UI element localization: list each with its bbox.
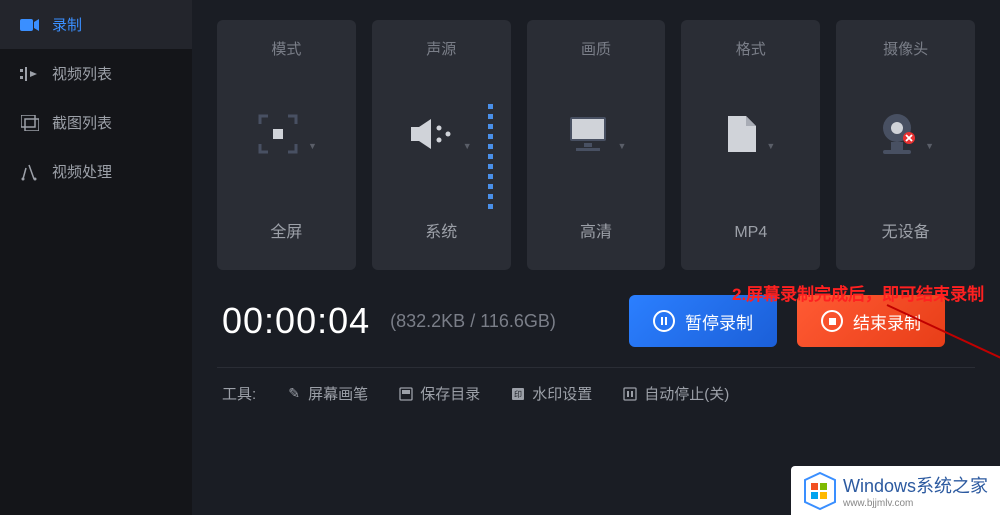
toolbar-label: 工具: — [222, 383, 256, 404]
recording-timer: 00:00:04 — [222, 300, 370, 342]
button-label: 暂停录制 — [685, 309, 753, 334]
card-title: 声源 — [426, 38, 456, 59]
volume-level-icon — [488, 104, 493, 209]
sidebar-item-label: 录制 — [52, 14, 82, 35]
sidebar-item-label: 视频列表 — [52, 63, 112, 84]
card-title: 格式 — [736, 38, 766, 59]
card-value: 全屏 — [270, 218, 302, 242]
sidebar-item-screenshot-list[interactable]: 截图列表 — [0, 98, 192, 147]
chevron-down-icon: ▼ — [766, 141, 775, 151]
speaker-icon — [411, 117, 455, 151]
video-edit-icon — [20, 162, 40, 182]
card-format[interactable]: 格式 ▼ MP4 — [681, 20, 820, 270]
auto-stop-icon — [622, 386, 638, 402]
windows-logo-icon — [803, 474, 837, 508]
toolbar-auto-stop[interactable]: 自动停止(关) — [622, 383, 729, 404]
button-label: 结束录制 — [853, 309, 921, 334]
sidebar: 录制 视频列表 截图列表 视频处理 — [0, 0, 192, 515]
toolbar-item-label: 自动停止(关) — [644, 383, 729, 404]
chevron-down-icon: ▼ — [308, 141, 317, 151]
sidebar-item-label: 截图列表 — [52, 112, 112, 133]
card-value: 高清 — [580, 218, 612, 242]
card-value: 无设备 — [882, 218, 930, 242]
timer-row: 00:00:04 (832.2KB / 116.6GB) 暂停录制 结束录制 — [217, 300, 975, 342]
pause-icon — [653, 310, 675, 332]
chevron-down-icon: ▼ — [925, 141, 934, 151]
card-title: 画质 — [581, 38, 611, 59]
main-content: 模式 ▼ 全屏 声源 — [192, 0, 1000, 515]
toolbar-item-label: 屏幕画笔 — [308, 383, 368, 404]
watermark-title: Windows系统之家 — [843, 476, 988, 496]
svg-text:印: 印 — [514, 390, 522, 399]
file-size: (832.2KB / 116.6GB) — [390, 311, 556, 332]
card-mode[interactable]: 模式 ▼ 全屏 — [217, 20, 356, 270]
card-audio[interactable]: 声源 ▼ 系统 — [372, 20, 511, 270]
toolbar-pen[interactable]: ✎ 屏幕画笔 — [286, 383, 368, 404]
toolbar: 工具: ✎ 屏幕画笔 保存目录 印 水印设置 自动 — [217, 367, 975, 419]
card-quality[interactable]: 画质 ▼ 高清 — [527, 20, 666, 270]
card-value: 系统 — [425, 218, 457, 242]
watermark-icon: 印 — [510, 386, 526, 402]
toolbar-save-dir[interactable]: 保存目录 — [398, 383, 480, 404]
card-camera[interactable]: 摄像头 ▼ 无设备 — [836, 20, 975, 270]
pen-icon: ✎ — [286, 386, 302, 402]
brand-watermark: Windows系统之家 www.bjjmlv.com — [791, 466, 1000, 515]
card-title: 摄像头 — [883, 38, 928, 59]
sidebar-item-video-edit[interactable]: 视频处理 — [0, 147, 192, 196]
settings-cards: 模式 ▼ 全屏 声源 — [217, 20, 975, 270]
toolbar-item-label: 水印设置 — [532, 383, 592, 404]
sidebar-item-record[interactable]: 录制 — [0, 0, 192, 49]
stop-icon — [821, 310, 843, 332]
chevron-down-icon: ▼ — [618, 141, 627, 151]
video-list-icon — [20, 64, 40, 84]
toolbar-watermark[interactable]: 印 水印设置 — [510, 383, 592, 404]
card-title: 模式 — [271, 38, 301, 59]
fullscreen-icon — [256, 112, 300, 156]
pause-button[interactable]: 暂停录制 — [629, 295, 777, 347]
camera-record-icon — [20, 15, 40, 35]
sidebar-item-video-list[interactable]: 视频列表 — [0, 49, 192, 98]
save-icon — [398, 386, 414, 402]
monitor-icon — [566, 115, 610, 153]
file-icon — [726, 114, 758, 154]
toolbar-item-label: 保存目录 — [420, 383, 480, 404]
sidebar-item-label: 视频处理 — [52, 161, 112, 182]
card-value: MP4 — [734, 224, 767, 242]
webcam-disabled-icon — [877, 112, 917, 156]
chevron-down-icon: ▼ — [463, 141, 472, 151]
watermark-url: www.bjjmlv.com — [843, 498, 988, 509]
stop-button[interactable]: 结束录制 — [797, 295, 945, 347]
screenshot-list-icon — [20, 113, 40, 133]
